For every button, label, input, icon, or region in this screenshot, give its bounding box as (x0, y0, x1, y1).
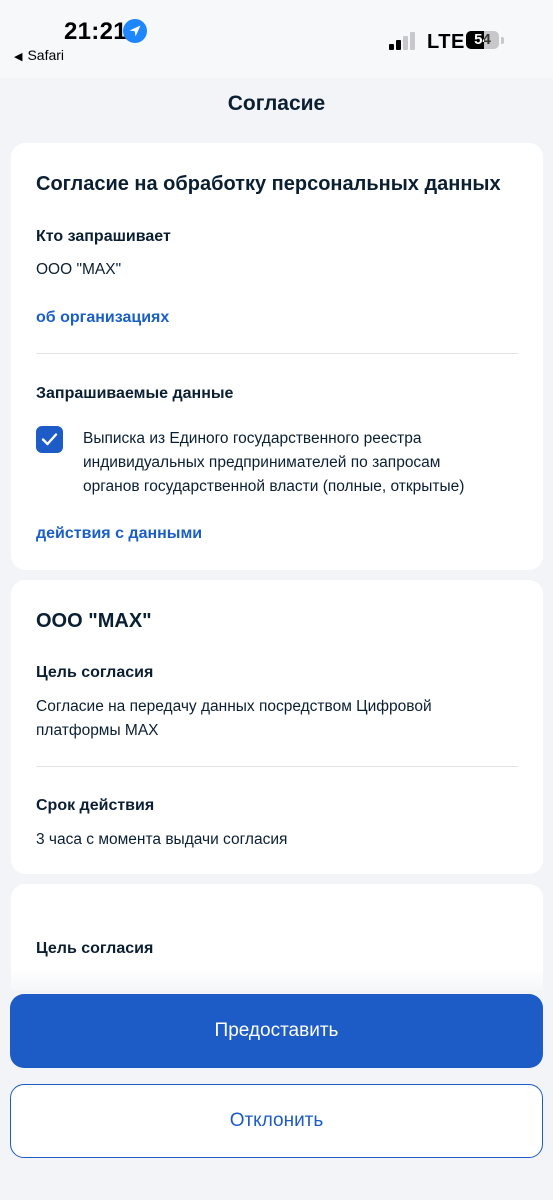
data-actions-link[interactable]: действия с данными (36, 525, 202, 543)
term-value: 3 часа с момента выдачи согласия (36, 831, 288, 848)
location-arrow-icon (123, 19, 147, 43)
data-item-line: Выписка из Единого государственного реес… (83, 430, 422, 447)
requester-label: Кто запрашивает (36, 228, 171, 245)
battery-percent: 54 (474, 31, 491, 48)
requested-data-label: Запрашиваемые данные (36, 385, 234, 402)
divider (36, 353, 518, 354)
consent-title: Согласие на обработку персональных данны… (36, 173, 501, 195)
back-to-safari-link[interactable]: ◀ Safari (14, 47, 64, 63)
battery-icon: 54 (466, 31, 499, 49)
cellular-signal-icon (389, 30, 419, 50)
purpose-label: Цель согласия (36, 664, 154, 681)
network-type: LTE (427, 31, 465, 53)
term-label: Срок действия (36, 797, 155, 814)
back-app-label: Safari (27, 47, 65, 63)
decline-button[interactable]: Отклонить (10, 1084, 543, 1158)
page-title: Согласие (227, 92, 326, 115)
data-item-line: индивидуальных предпринимателей по запро… (83, 454, 441, 471)
battery-cap (501, 37, 504, 44)
divider (36, 766, 518, 767)
purpose-line: Согласие на передачу данных посредством … (36, 698, 432, 715)
about-organizations-link[interactable]: об организациях (36, 309, 169, 327)
purpose-line: платформы MAX (36, 722, 159, 739)
data-item-line: органов государственной власти (полные, … (83, 478, 465, 495)
data-item-text: Выписка из Единого государственного реес… (83, 427, 464, 499)
grant-button[interactable]: Предоставить (10, 994, 543, 1068)
purpose-text: Согласие на передачу данных посредством … (36, 695, 432, 743)
back-arrow-icon: ◀ (14, 51, 23, 63)
organization-title: ООО "MAX" (36, 610, 152, 632)
status-time: 21:21 (64, 18, 127, 45)
data-item-checkbox[interactable] (36, 426, 63, 453)
purpose-label: Цель согласия (36, 940, 154, 957)
status-bar: 21:21 ◀ Safari LTE 54 (0, 0, 553, 78)
requester-value: ООО "MAX" (36, 261, 122, 278)
organization-card: ООО "MAX" Цель согласия Согласие на пере… (11, 580, 543, 874)
consent-card: Согласие на обработку персональных данны… (11, 143, 543, 570)
